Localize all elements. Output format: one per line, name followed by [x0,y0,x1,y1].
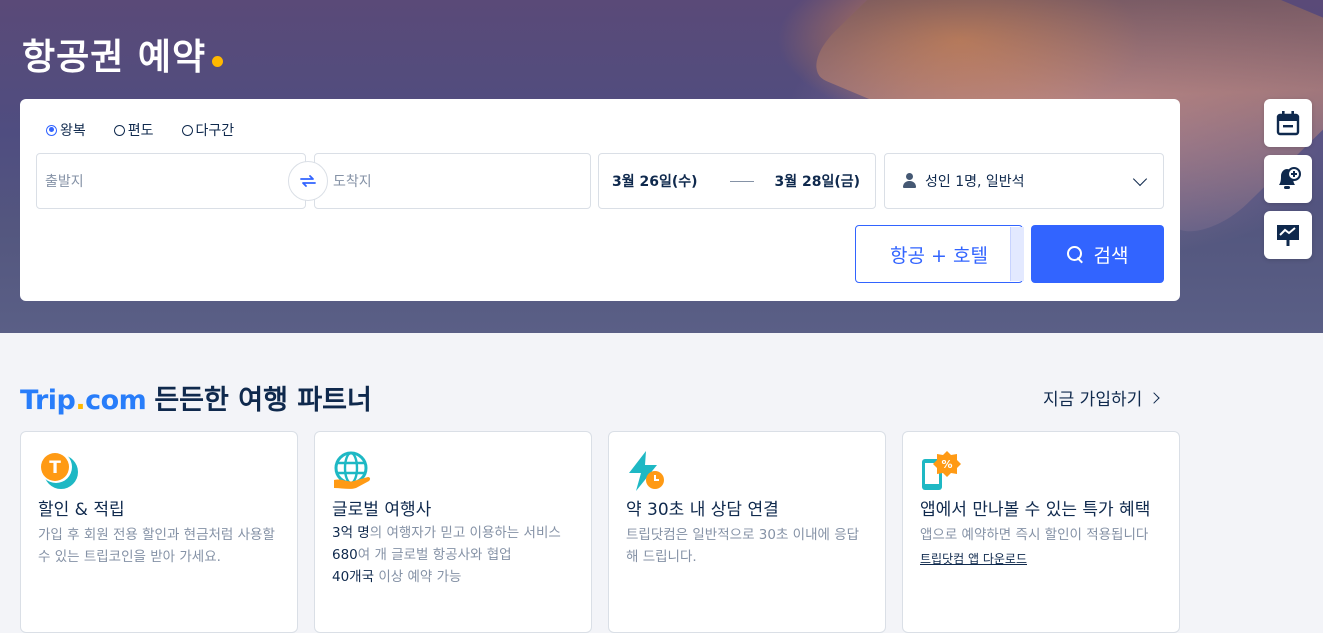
swap-airports-button[interactable] [288,161,328,201]
card-title: 글로벌 여행사 [332,500,432,520]
partner-heading: Trip.com 든든한 여행 파트너 [20,378,372,417]
return-date: 3월 28일(금) [774,174,861,190]
search-icon [1066,245,1084,263]
card-stat-line: 680여 개 글로벌 항공사와 협업 [332,547,512,563]
calendar-icon [1276,111,1300,136]
price-alert-bell-icon [1279,167,1301,189]
benefit-card-global-agency: 글로벌 여행사 3억 명의 여행자가 믿고 이용하는 서비스 680여 개 글로… [314,431,592,633]
search-button-label: 검색 [1093,244,1129,267]
title-dot-icon [212,56,224,67]
card-description: 앱으로 예약하면 즉시 할인이 적용됩니다 [920,527,1149,543]
chevron-right-icon [1148,391,1160,404]
signup-label: 지금 가입하기 [1043,390,1143,410]
calendar-side-button[interactable] [1264,99,1312,147]
partner-heading-text: 든든한 여행 파트너 [154,385,372,416]
radio-icon [113,124,125,136]
price-trend-side-button[interactable] [1264,211,1312,259]
svg-text:%: % [941,458,952,471]
card-title: 약 30초 내 상담 연결 [626,500,779,520]
card-stat-line: 3억 명의 여행자가 믿고 이용하는 서비스 [332,525,561,541]
card-description: 가입 후 회원 전용 할인과 현금처럼 사용할 수 있는 트립코인을 받아 가세… [38,527,275,565]
arrival-placeholder: 도착지 [333,174,372,190]
globe-hand-icon [332,450,374,492]
trip-coin-icon: T [38,450,80,492]
trip-type-label: 다구간 [195,123,235,139]
card-description: 트립닷컴은 일반적으로 30초 이내에 응답해 드립니다. [626,527,860,565]
arrival-input[interactable]: 도착지 [314,153,591,209]
radio-selected-icon [46,124,57,136]
passenger-summary: 성인 1명, 일반석 [925,174,1025,190]
benefit-card-discount: T 할인 & 적립 가입 후 회원 전용 할인과 현금처럼 사용할 수 있는 트… [20,431,298,633]
trip-type-one-way[interactable]: 편도 [113,120,154,140]
radio-icon [181,124,193,136]
signup-link[interactable]: 지금 가입하기 [1043,385,1160,410]
card-title: 할인 & 적립 [38,500,125,520]
departure-date: 3월 26일(수) [612,174,698,190]
flight-hotel-button[interactable]: 항공 + 호텔 [855,225,1023,283]
flight-hotel-label: 항공 + 호텔 [890,244,988,267]
departure-input[interactable]: 출발지 [36,153,306,209]
flight-hotel-button-edge [1010,227,1024,281]
page-title: 항공권 예약 [22,28,224,80]
user-icon [903,173,916,189]
price-trend-icon [1277,225,1299,246]
trip-type-round-trip[interactable]: 왕복 [46,120,86,140]
swap-icon [300,175,316,187]
price-alert-side-button[interactable] [1264,155,1312,203]
lightning-clock-icon [626,450,668,492]
phone-discount-icon: % [920,450,962,492]
search-button[interactable]: 검색 [1031,225,1164,283]
card-title: 앱에서 만나볼 수 있는 특가 혜택 [920,500,1151,520]
chevron-down-icon [1132,171,1148,187]
svg-text:T: T [49,458,61,478]
card-stat-line: 40개국 이상 예약 가능 [332,569,462,585]
tripcom-logo: Trip.com [20,385,147,416]
trip-type-selector: 왕복 편도 다구간 [46,120,234,140]
date-range-picker[interactable]: 3월 26일(수) 3월 28일(금) [598,153,876,209]
trip-type-label: 편도 [127,123,154,139]
passenger-class-selector[interactable]: 성인 1명, 일반석 [884,153,1164,209]
benefit-card-app-deals: % 앱에서 만나볼 수 있는 특가 혜택 앱으로 예약하면 즉시 할인이 적용됩… [902,431,1180,633]
departure-placeholder: 출발지 [45,174,84,190]
trip-type-multi-city[interactable]: 다구간 [181,120,235,140]
benefit-card-support: 약 30초 내 상담 연결 트립닷컴은 일반적으로 30초 이내에 응답해 드립… [608,431,886,633]
app-download-link[interactable]: 트립닷컴 앱 다운로드 [920,550,1027,567]
date-separator [729,180,754,182]
trip-type-label: 왕복 [60,123,86,139]
flight-search-panel: 왕복 편도 다구간 출발지 도착지 3월 26일(수) 3월 28일(금) 성인… [20,99,1180,301]
